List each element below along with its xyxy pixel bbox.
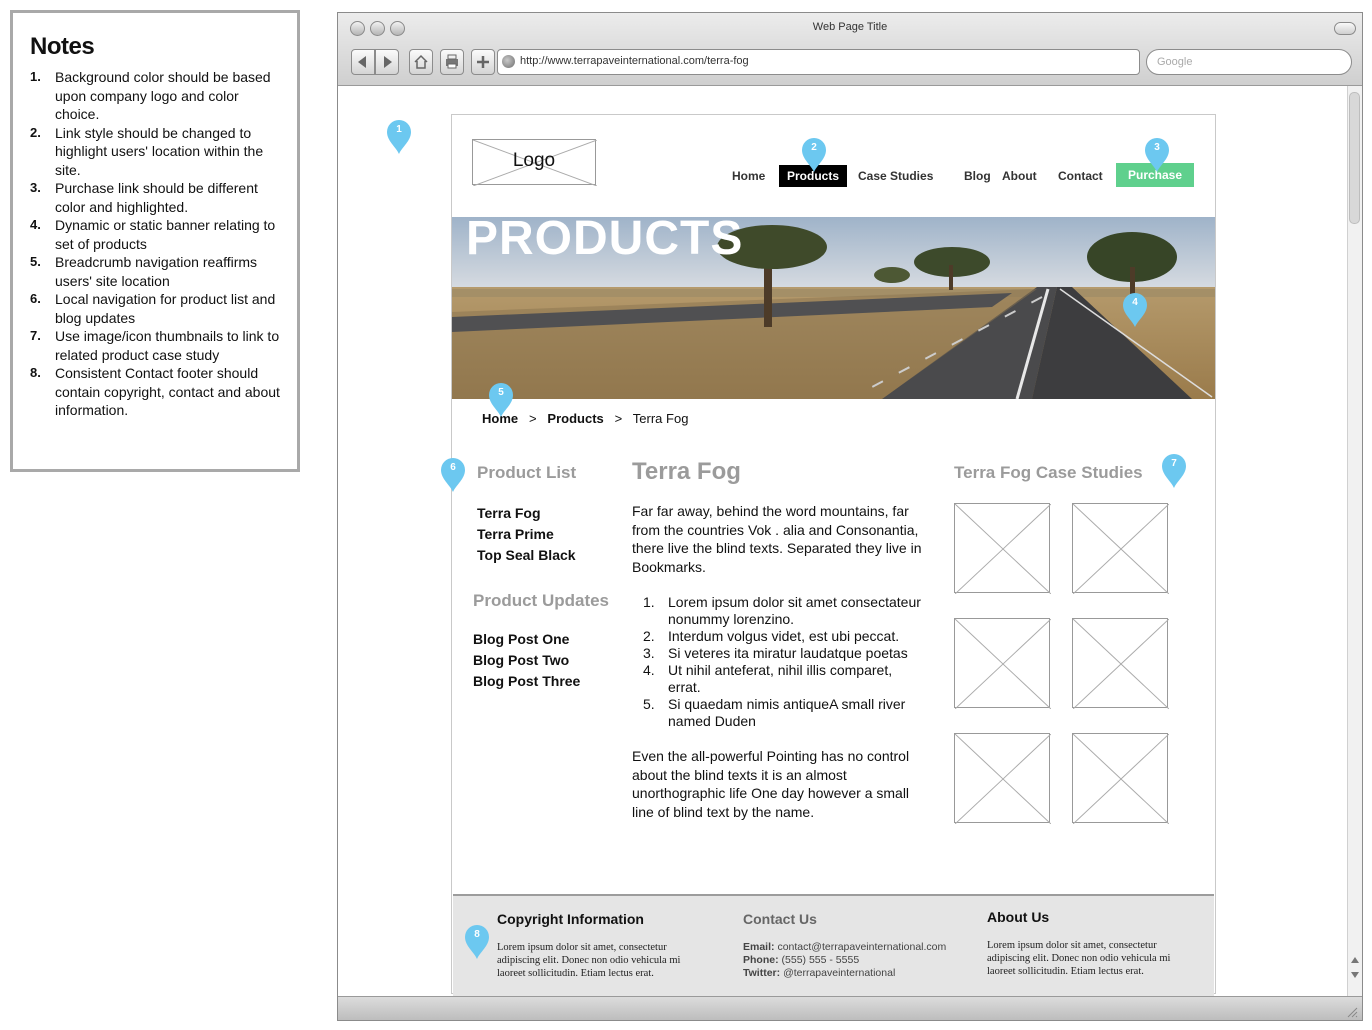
search-field[interactable]: Google — [1146, 49, 1352, 75]
breadcrumb-current: Terra Fog — [632, 411, 689, 426]
note-item: 7. Use image/icon thumbnails to link to r… — [30, 328, 280, 363]
forward-icon — [384, 56, 392, 68]
outro-paragraph: Even the all-powerful Pointing has no co… — [632, 748, 910, 820]
copyright-text: Lorem ipsum dolor sit amet, consectetur … — [497, 942, 681, 979]
product-list-heading: Product List — [477, 463, 577, 482]
banner-title: PRODUCTS — [466, 217, 744, 265]
product-updates-heading: Product Updates — [473, 591, 610, 610]
breadcrumb-separator: > — [528, 411, 537, 426]
list-item: 1. Lorem ipsum dolor sit amet consectateu… — [643, 594, 921, 627]
nav-home[interactable]: Home — [724, 165, 773, 187]
note-item: 5. Breadcrumb navigation reaffirms users'… — [30, 254, 258, 289]
annotation-marker-6: 6 — [440, 457, 466, 493]
annotation-marker-3: 3 — [1144, 137, 1170, 173]
products-banner: PRODUCTS — [452, 217, 1215, 399]
forward-button[interactable] — [375, 49, 399, 75]
nav-about[interactable]: About — [994, 165, 1045, 187]
browser-window: Web Page Title http://www.terrapaveinter… — [337, 12, 1363, 1021]
copyright-heading: Copyright Information — [497, 911, 644, 927]
logo-label: Logo — [512, 150, 556, 171]
resize-grip-icon[interactable] — [1346, 1006, 1358, 1018]
nav-case-studies[interactable]: Case Studies — [850, 165, 941, 187]
status-bar — [338, 996, 1362, 1020]
site-logo[interactable]: Logo — [472, 139, 597, 186]
about-heading: About Us — [987, 909, 1050, 925]
print-button[interactable] — [440, 49, 464, 75]
add-bookmark-button[interactable] — [471, 49, 495, 75]
case-study-thumbnail[interactable] — [1072, 733, 1170, 825]
nav-blog[interactable]: Blog — [956, 165, 999, 187]
note-item: 4. Dynamic or static banner relating to s… — [30, 217, 276, 252]
product-link-terra-prime[interactable]: Terra Prime — [477, 526, 554, 542]
notes-list: 1. Background color should be based upon … — [30, 68, 280, 420]
list-item: 3. Si veteres ita miratur laudatque poeta… — [643, 645, 908, 661]
contact-heading: Contact Us — [743, 911, 817, 927]
product-link-top-seal-black[interactable]: Top Seal Black — [477, 547, 576, 563]
case-study-thumbnail[interactable] — [954, 733, 1052, 825]
web-page: Logo Home Products Case Studies Blog Abo… — [451, 114, 1216, 996]
breadcrumb-products[interactable]: Products — [547, 411, 603, 426]
contact-email[interactable]: Email: contact@terrapaveinternational.co… — [743, 941, 946, 954]
annotation-marker-8: 8 — [464, 924, 490, 960]
about-text: Lorem ipsum dolor sit amet, consectetur … — [987, 940, 1171, 977]
case-studies-heading: Terra Fog Case Studies — [954, 463, 1143, 482]
intro-paragraph: Far far away, behind the word mountains,… — [632, 503, 922, 575]
main-content: Terra Fog Far far away, behind the word … — [632, 458, 922, 821]
annotation-marker-5: 5 — [488, 382, 514, 418]
note-item: 8. Consistent Contact footer should conta… — [30, 365, 280, 418]
breadcrumb-separator: > — [614, 411, 623, 426]
annotation-marker-2: 2 — [801, 137, 827, 173]
product-link-terra-fog[interactable]: Terra Fog — [477, 505, 541, 521]
note-item: 6. Local navigation for product list and … — [30, 291, 276, 326]
vertical-scrollbar[interactable] — [1347, 86, 1362, 996]
add-bookmark-icon — [477, 56, 489, 68]
note-item: 1. Background color should be based upon … — [30, 69, 271, 122]
case-study-thumbnail[interactable] — [954, 618, 1052, 710]
back-button[interactable] — [351, 49, 375, 75]
annotation-marker-7: 7 — [1161, 453, 1187, 489]
case-study-thumbnail[interactable] — [954, 503, 1052, 595]
notes-title: Notes — [30, 33, 95, 60]
scroll-arrows-icon[interactable] — [1350, 954, 1360, 982]
blog-post-link-two[interactable]: Blog Post Two — [473, 652, 569, 668]
annotation-marker-4: 4 — [1122, 292, 1148, 328]
address-url: http://www.terrapaveinternational.com/te… — [520, 55, 749, 67]
blog-post-link-one[interactable]: Blog Post One — [473, 631, 569, 647]
window-title: Web Page Title — [812, 21, 888, 33]
case-study-thumbnail[interactable] — [1072, 618, 1170, 710]
notes-panel: Notes 1. Background color should be based… — [10, 10, 300, 472]
browser-toolbar: Web Page Title http://www.terrapaveinter… — [338, 13, 1362, 86]
list-item: 5. Si quaedam nimis antiqueA small river … — [643, 696, 906, 729]
contact-twitter[interactable]: Twitter: @terrapaveinternational — [743, 967, 895, 980]
annotation-marker-1: 1 — [386, 119, 412, 155]
contact-phone: Phone: (555) 555 - 5555 — [743, 954, 860, 966]
scrollbar-thumb[interactable] — [1349, 92, 1360, 224]
page-title: Terra Fog — [632, 458, 741, 485]
blog-post-link-three[interactable]: Blog Post Three — [473, 673, 580, 689]
case-study-thumbnail[interactable] — [1072, 503, 1170, 595]
print-icon — [446, 54, 458, 69]
toolbar-toggle-button[interactable] — [1334, 22, 1356, 35]
feature-list: 1. Lorem ipsum dolor sit amet consectateu… — [632, 594, 922, 730]
list-item: 2. Interdum volgus videt, est ubi peccat. — [643, 628, 900, 644]
globe-icon — [502, 55, 515, 68]
back-icon — [358, 56, 366, 68]
home-icon — [414, 54, 428, 69]
home-button[interactable] — [409, 49, 433, 75]
note-item: 3. Purchase link should be different colo… — [30, 180, 258, 215]
list-item: 4. Ut nihil anteferat, nihil illis compar… — [643, 662, 893, 695]
address-bar[interactable]: http://www.terrapaveinternational.com/te… — [497, 49, 1140, 75]
site-footer: Copyright Information Lorem ipsum dolor … — [453, 894, 1214, 996]
note-item: 2. Link style should be changed to highli… — [30, 124, 264, 178]
nav-contact[interactable]: Contact — [1050, 165, 1111, 187]
